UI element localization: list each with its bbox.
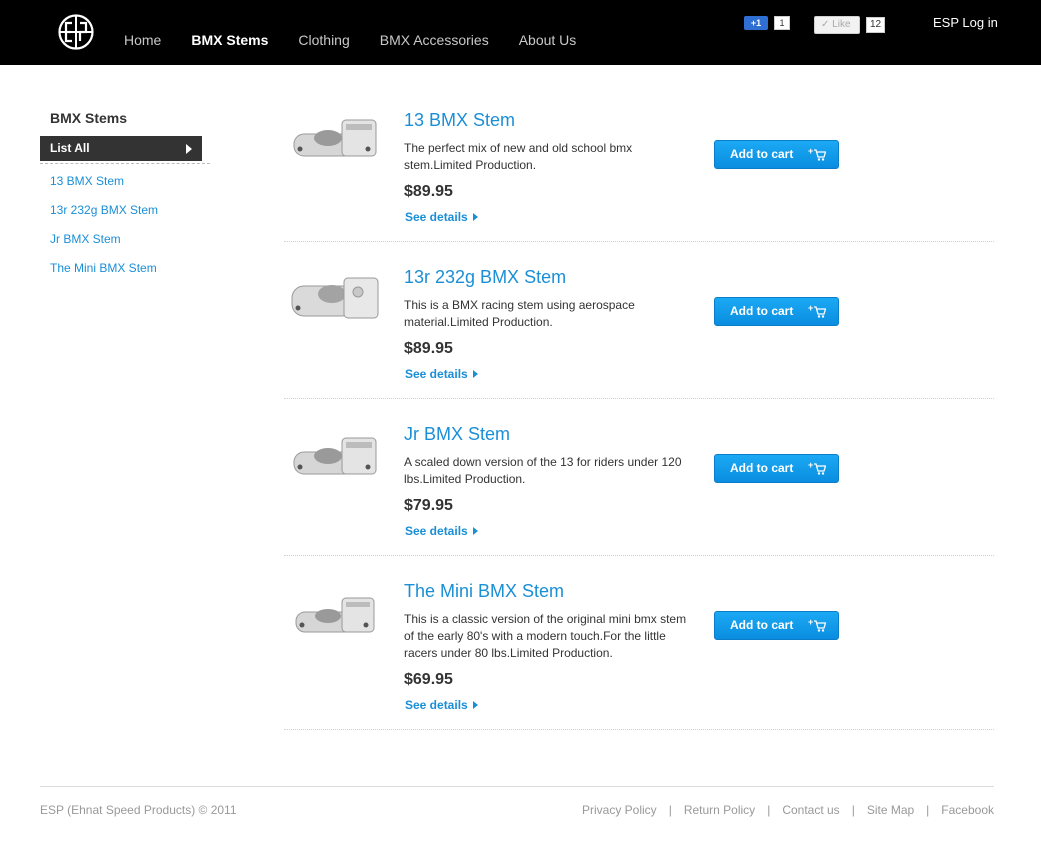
- footer-link-privacy-policy[interactable]: Privacy Policy: [582, 803, 657, 817]
- svg-text:+: +: [808, 618, 813, 627]
- google-plus-count: 1: [774, 16, 790, 30]
- facebook-like-count: 12: [866, 17, 886, 33]
- site-header: Home BMX Stems Clothing BMX Accessories …: [0, 0, 1041, 65]
- product-description: The perfect mix of new and old school bm…: [404, 141, 633, 172]
- product-description: This is a classic version of the origina…: [404, 612, 687, 660]
- svg-text:+: +: [808, 147, 813, 156]
- list-all-label: List All: [50, 141, 90, 155]
- footer-link-contact-us[interactable]: Contact us: [782, 803, 839, 817]
- footer-separator: |: [851, 803, 855, 817]
- arrow-right-icon: [472, 701, 478, 709]
- product-price: $89.95: [404, 183, 453, 200]
- sidebar-divider: [40, 163, 210, 164]
- product-item: 13 BMX Stem The perfect mix of new and o…: [284, 100, 994, 242]
- see-details-link[interactable]: See details: [405, 367, 478, 381]
- cart-icon: +: [808, 147, 826, 161]
- see-details-label: See details: [405, 524, 468, 538]
- footer-separator: |: [668, 803, 672, 817]
- add-to-cart-button[interactable]: Add to cart +: [714, 140, 839, 169]
- stem-product-image[interactable]: [288, 434, 384, 484]
- product-item: Jr BMX Stem A scaled down version of the…: [284, 399, 994, 556]
- arrow-right-icon: [472, 213, 478, 221]
- product-title[interactable]: The Mini BMX Stem: [404, 581, 564, 602]
- cart-icon: +: [808, 618, 826, 632]
- main-nav: Home BMX Stems Clothing BMX Accessories …: [124, 32, 606, 48]
- sidebar-item-jr-bmx-stem[interactable]: Jr BMX Stem: [50, 232, 121, 246]
- facebook-like-widget: ✓ Like 12: [814, 16, 886, 34]
- sidebar-item: 13 BMX Stem: [50, 174, 158, 203]
- stem-product-image[interactable]: [288, 272, 384, 332]
- footer-divider: [40, 786, 994, 787]
- add-to-cart-label: Add to cart: [730, 304, 794, 318]
- stem-product-image[interactable]: [288, 592, 384, 642]
- nav-home[interactable]: Home: [124, 32, 161, 48]
- see-details-label: See details: [405, 367, 468, 381]
- nav-clothing[interactable]: Clothing: [298, 32, 349, 48]
- sidebar-item: Jr BMX Stem: [50, 232, 158, 261]
- add-to-cart-button[interactable]: Add to cart +: [714, 297, 839, 326]
- see-details-link[interactable]: See details: [405, 210, 478, 224]
- nav-about-us[interactable]: About Us: [519, 32, 577, 48]
- nav-bmx-accessories[interactable]: BMX Accessories: [380, 32, 489, 48]
- add-to-cart-label: Add to cart: [730, 147, 794, 161]
- product-price: $89.95: [404, 340, 453, 357]
- stem-product-image[interactable]: [288, 114, 384, 164]
- google-plus-widget: +1 1: [744, 16, 790, 30]
- arrow-right-icon: [472, 370, 478, 378]
- sidebar-list-all[interactable]: List All: [40, 136, 202, 161]
- sidebar-item-13-bmx-stem[interactable]: 13 BMX Stem: [50, 174, 124, 188]
- product-item: The Mini BMX Stem This is a classic vers…: [284, 556, 994, 730]
- footer-link-site-map[interactable]: Site Map: [867, 803, 914, 817]
- sidebar-item-mini-bmx-stem[interactable]: The Mini BMX Stem: [50, 261, 157, 275]
- svg-text:+: +: [808, 461, 813, 470]
- google-plus-button[interactable]: +1: [744, 16, 768, 30]
- sidebar-item: 13r 232g BMX Stem: [50, 203, 158, 232]
- footer-links: Privacy Policy | Return Policy | Contact…: [582, 803, 994, 817]
- cart-icon: +: [808, 304, 826, 318]
- arrow-right-icon: [472, 527, 478, 535]
- footer-link-facebook[interactable]: Facebook: [941, 803, 994, 817]
- esp-logo[interactable]: [58, 14, 94, 50]
- see-details-link[interactable]: See details: [405, 524, 478, 538]
- add-to-cart-label: Add to cart: [730, 461, 794, 475]
- product-description: A scaled down version of the 13 for ride…: [404, 455, 682, 486]
- product-title[interactable]: 13r 232g BMX Stem: [404, 267, 566, 288]
- footer-separator: |: [926, 803, 930, 817]
- copyright-text: ESP (Ehnat Speed Products) © 2011: [40, 803, 237, 817]
- product-price: $69.95: [404, 671, 453, 688]
- arrow-right-icon: [186, 144, 192, 154]
- product-title[interactable]: Jr BMX Stem: [404, 424, 510, 445]
- login-link[interactable]: ESP Log in: [933, 15, 998, 30]
- check-icon: ✓: [821, 19, 830, 30]
- sidebar-title: BMX Stems: [50, 110, 128, 126]
- add-to-cart-label: Add to cart: [730, 618, 794, 632]
- see-details-link[interactable]: See details: [405, 698, 478, 712]
- like-label: Like: [832, 19, 851, 30]
- product-title[interactable]: 13 BMX Stem: [404, 110, 515, 131]
- product-item: 13r 232g BMX Stem This is a BMX racing s…: [284, 242, 994, 399]
- sidebar-links: 13 BMX Stem 13r 232g BMX Stem Jr BMX Ste…: [50, 174, 158, 290]
- cart-icon: +: [808, 461, 826, 475]
- product-price: $79.95: [404, 497, 453, 514]
- product-description: This is a BMX racing stem using aerospac…: [404, 298, 635, 329]
- facebook-like-button[interactable]: ✓ Like: [814, 16, 860, 34]
- nav-bmx-stems[interactable]: BMX Stems: [191, 32, 268, 48]
- see-details-label: See details: [405, 698, 468, 712]
- add-to-cart-button[interactable]: Add to cart +: [714, 454, 839, 483]
- see-details-label: See details: [405, 210, 468, 224]
- svg-text:+: +: [808, 304, 813, 313]
- sidebar-item-13r-232g-bmx-stem[interactable]: 13r 232g BMX Stem: [50, 203, 158, 217]
- footer-link-return-policy[interactable]: Return Policy: [684, 803, 755, 817]
- sidebar-item: The Mini BMX Stem: [50, 261, 158, 290]
- add-to-cart-button[interactable]: Add to cart +: [714, 611, 839, 640]
- footer-separator: |: [767, 803, 771, 817]
